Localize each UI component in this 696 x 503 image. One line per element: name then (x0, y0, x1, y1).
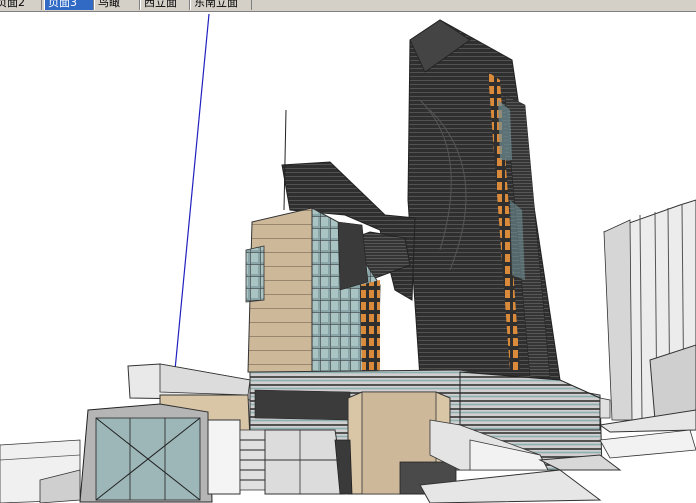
scene-tab-southeast-elevation[interactable]: 东南立面 (190, 0, 252, 10)
scene-tab-page2[interactable]: 页面2 (0, 0, 42, 10)
scene-tab-page3[interactable]: 页面3 (44, 0, 94, 10)
scene-tab-birdseye[interactable]: 鸟瞰 (94, 0, 140, 10)
blue-axis-line (174, 13, 210, 371)
main-tower (407, 19, 561, 381)
scene-tab-bar: 页面2 页面3 鸟瞰 西立面 东南立面 (0, 0, 696, 12)
model-viewport[interactable] (0, 12, 696, 503)
building-model-render (0, 13, 696, 503)
right-gray-building (598, 199, 696, 433)
ground-left (0, 439, 81, 503)
sketchup-window: 页面2 页面3 鸟瞰 西立面 东南立面 (0, 0, 696, 503)
scene-tab-west-elevation[interactable]: 西立面 (140, 0, 190, 10)
left-beige-tower (245, 207, 381, 373)
left-low-building (79, 394, 266, 503)
central-stair (264, 429, 353, 495)
